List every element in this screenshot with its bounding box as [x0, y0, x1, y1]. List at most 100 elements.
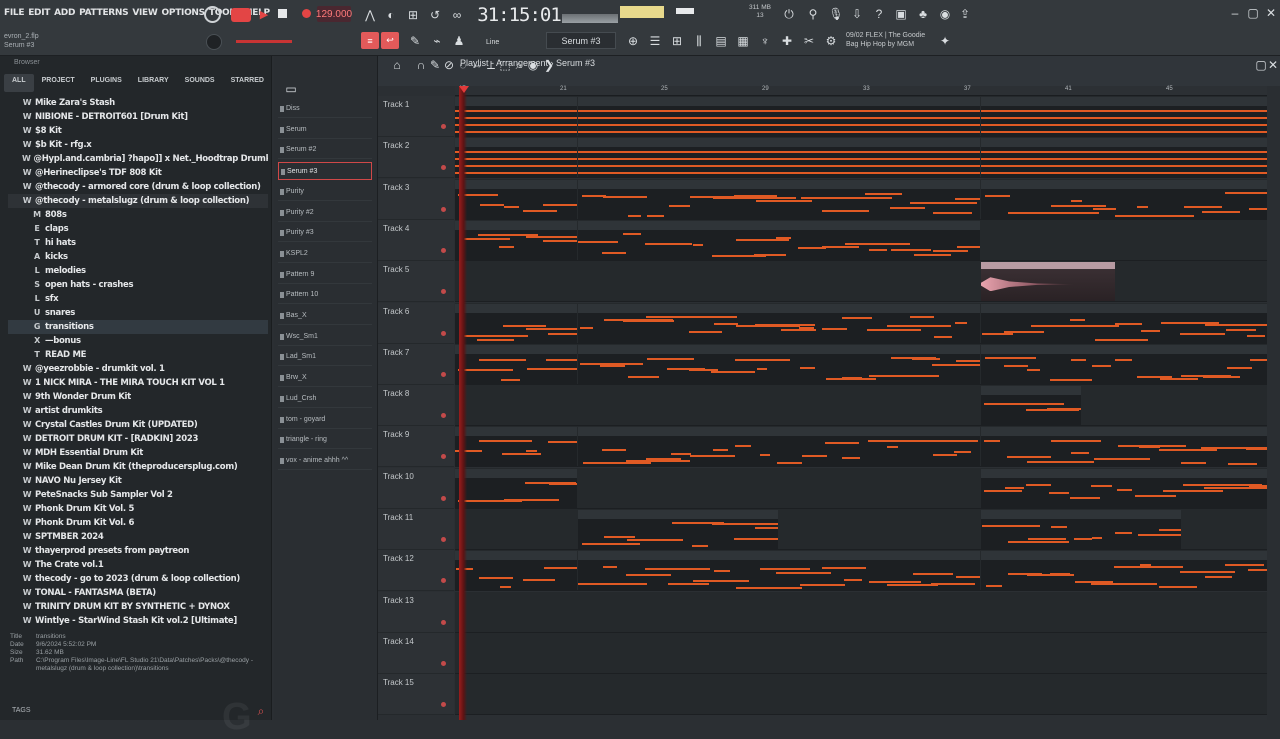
pattern-clip[interactable]: Purity #3 — [981, 138, 1267, 178]
menu-item-add[interactable]: ADD — [54, 8, 75, 18]
playlist-menu-icon[interactable]: ⌂ — [390, 58, 404, 72]
pattern-clip[interactable]: triangle - ring — [455, 468, 577, 508]
browser-item[interactable]: W $b Kit - rfg.x — [8, 138, 268, 152]
browser-item[interactable]: M 808s — [8, 208, 268, 222]
track-header[interactable]: Track 15 — [378, 674, 454, 716]
menu-item-file[interactable]: FILE — [4, 8, 24, 18]
pattern-clip[interactable]: Diss — [455, 97, 577, 136]
tempo-display[interactable]: 129.000 — [316, 6, 352, 22]
browser-item[interactable]: Lmelodies — [8, 264, 268, 278]
track-header[interactable]: Track 9 — [378, 426, 454, 468]
track-mute-icon[interactable] — [441, 124, 446, 129]
countdown-icon[interactable]: ⊞ — [406, 8, 420, 22]
track-mute-icon[interactable] — [441, 165, 446, 171]
track-lane[interactable] — [455, 591, 1267, 633]
track-mute-icon[interactable] — [441, 247, 446, 253]
browser-tab-sounds[interactable]: SOUNDS — [177, 74, 223, 92]
browser-tab-starred[interactable]: STARRED — [223, 74, 272, 92]
browser-item[interactable]: X —bonus — [8, 334, 268, 348]
browser-tab-library[interactable]: LIBRARY — [130, 74, 177, 92]
song-time[interactable]: 31:15:01 — [477, 4, 562, 26]
mixer-icon[interactable]: ♣ — [916, 7, 930, 21]
track-header[interactable]: Track 10 — [378, 467, 454, 509]
track-mute-icon[interactable] — [441, 206, 446, 212]
track-lane[interactable]: triangle - ring triangle - ring — [455, 467, 1267, 509]
pattern-clip[interactable]: Bas_X — [578, 551, 980, 591]
snap-selector[interactable]: Line — [476, 36, 528, 48]
menu-item-edit[interactable]: EDIT — [28, 8, 50, 18]
vertical-scrollbar[interactable] — [1267, 86, 1280, 720]
paint-icon[interactable]: ✎ — [428, 58, 442, 72]
pattern-item[interactable]: Serum — [278, 121, 372, 139]
pattern-clip[interactable]: Serum — [981, 179, 1267, 219]
track-header[interactable]: Track 13 — [378, 591, 454, 633]
track-lane[interactable] — [455, 632, 1267, 674]
loop-record-icon[interactable]: ↺ — [428, 8, 442, 22]
browser-item[interactable]: W Crystal Castles Drum Kit (UPDATED) — [8, 418, 268, 432]
browser-item[interactable]: W NAVO Nu Jersey Kit — [8, 474, 268, 488]
track-header[interactable]: Track 14 — [378, 632, 454, 674]
track-lane[interactable]: F 3x - Bluewtrth v1.0 — [455, 261, 1267, 303]
pattern-item[interactable]: Pattern 9 — [278, 266, 372, 284]
pattern-clip[interactable]: tom - goyard — [455, 427, 577, 467]
audio-clip[interactable]: F 3x - Bluewtrth v1.0 — [981, 262, 1115, 302]
pattern-clip[interactable]: vox - anime ahhh ^^ — [578, 510, 778, 549]
settings-icon[interactable]: ⚙ — [824, 34, 838, 48]
browser-item[interactable]: Wthecody - go to 2023 (drum & loop colle… — [8, 572, 268, 586]
track-lane[interactable]: tom - goyard tom - goyard tom - goyard — [455, 426, 1267, 468]
browser-item[interactable]: Eclaps — [8, 222, 268, 236]
metronome-icon[interactable]: ⋀ — [363, 8, 377, 22]
play-icon[interactable]: ▶ — [258, 7, 270, 21]
plugin-icon[interactable]: ♆ — [758, 34, 772, 48]
pattern-clip[interactable]: Wsc_Sm1 — [578, 303, 980, 343]
store-icon[interactable]: ▣ — [894, 7, 908, 21]
track-mute-icon[interactable] — [441, 495, 446, 501]
track-header[interactable]: Track 2 — [378, 137, 454, 179]
track-mute-icon[interactable] — [441, 371, 446, 377]
browser-item[interactable]: W @thecody - metalslugz (drum & loop coll… — [8, 194, 268, 208]
track-mute-icon[interactable] — [441, 330, 446, 336]
track-mute-icon[interactable] — [441, 702, 446, 708]
pattern-item[interactable]: Brw_X — [278, 369, 372, 388]
pattern-clip[interactable]: Bas_X — [981, 551, 1267, 591]
track-mute-icon[interactable] — [441, 660, 446, 666]
pattern-clip[interactable]: Diss — [578, 97, 980, 136]
pattern-item[interactable]: Purity — [278, 183, 372, 201]
mic-icon[interactable]: 🎙 — [828, 7, 843, 21]
stamp-icon[interactable]: ♟ — [452, 34, 466, 48]
browser-item[interactable]: W PeteSnacks Sub Sampler Vol 2 — [8, 488, 268, 502]
piano-roll-icon[interactable]: ▤ — [714, 34, 728, 48]
browser-item[interactable]: T READ ME — [8, 348, 268, 362]
browser-item[interactable]: Lsfx — [8, 292, 268, 306]
track-header[interactable]: Track 12 — [378, 550, 454, 592]
track-header[interactable]: Track 6 — [378, 302, 454, 344]
download-icon[interactable]: ⇩ — [850, 7, 864, 21]
track-lane[interactable]: Lud_Crsh — [455, 385, 1267, 427]
record-mode-icon[interactable] — [204, 6, 221, 23]
browser-icon[interactable]: ▦ — [736, 34, 750, 48]
track-mute-icon[interactable] — [441, 537, 446, 542]
news-icon[interactable]: ✦ — [938, 34, 952, 48]
browser-item[interactable]: W Mike Zara's Stash — [8, 96, 268, 110]
pattern-item[interactable]: Diss — [278, 100, 372, 118]
pattern-clip[interactable]: Diss — [981, 97, 1267, 136]
pattern-clip[interactable]: Serum — [455, 179, 577, 219]
track-mute-icon[interactable] — [441, 578, 446, 584]
pattern-clip[interactable]: Lud_Crsh — [981, 386, 1081, 426]
mixer-knob[interactable] — [206, 34, 222, 50]
pattern-item[interactable]: Purity #2 — [278, 204, 372, 222]
pattern-item[interactable]: Serum #3 — [278, 162, 372, 181]
pattern-selector[interactable]: Serum #3 — [546, 32, 616, 49]
browser-item[interactable]: Gtransitions — [8, 320, 268, 334]
browser-item[interactable]: W NIBIONE - DETROIT601 [Drum Kit] — [8, 110, 268, 124]
main-pitch-slider[interactable] — [236, 40, 292, 43]
browser-item[interactable]: W @Hypl.and.cambria] ?hapo]] x Net._Hoodt… — [8, 152, 268, 166]
pattern-item[interactable]: Purity #3 — [278, 224, 372, 243]
pattern-clip[interactable]: Brw_X — [455, 344, 577, 384]
track-lane[interactable]: Pattern 9 Pattern 9 — [455, 219, 1267, 261]
song-pattern-toggle[interactable] — [231, 8, 251, 22]
pattern-item[interactable]: Wsc_Sm1 — [278, 328, 372, 346]
browser-tab-plugins[interactable]: PLUGINS — [83, 74, 130, 92]
timer-icon[interactable]: ⏻ — [782, 7, 796, 21]
track-mute-icon[interactable] — [441, 454, 446, 460]
